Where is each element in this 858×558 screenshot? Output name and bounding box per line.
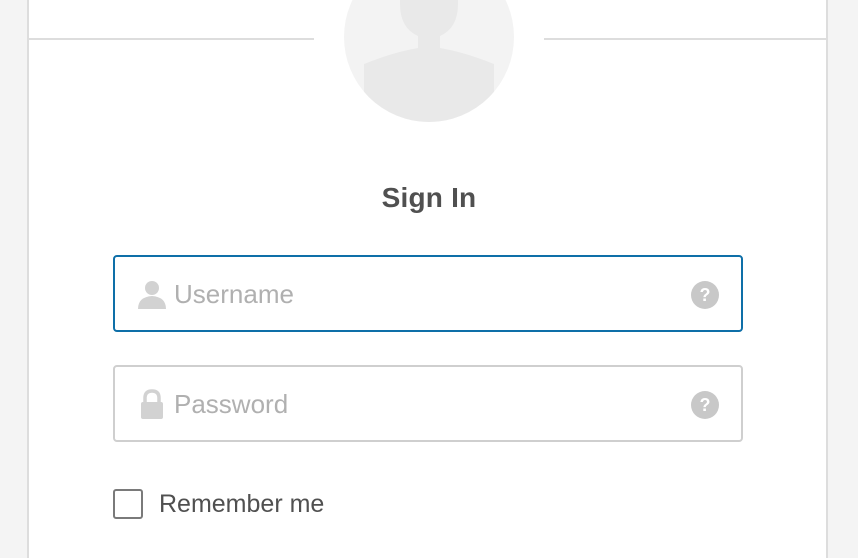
remember-me-label[interactable]: Remember me	[159, 490, 324, 519]
remember-me-checkbox[interactable]	[113, 489, 143, 519]
remember-me-row[interactable]: Remember me	[113, 488, 324, 520]
password-help-icon[interactable]: ?	[691, 391, 719, 419]
username-help-icon[interactable]: ?	[691, 281, 719, 309]
password-field[interactable]: ?	[113, 365, 743, 442]
username-input[interactable]	[174, 271, 674, 317]
username-field[interactable]: ?	[113, 255, 743, 332]
page-title: Sign In	[381, 182, 477, 213]
header-divider-left	[29, 38, 314, 40]
lock-icon	[141, 389, 163, 419]
password-input[interactable]	[174, 381, 674, 427]
header-divider-right	[544, 38, 828, 40]
user-icon	[138, 281, 166, 309]
